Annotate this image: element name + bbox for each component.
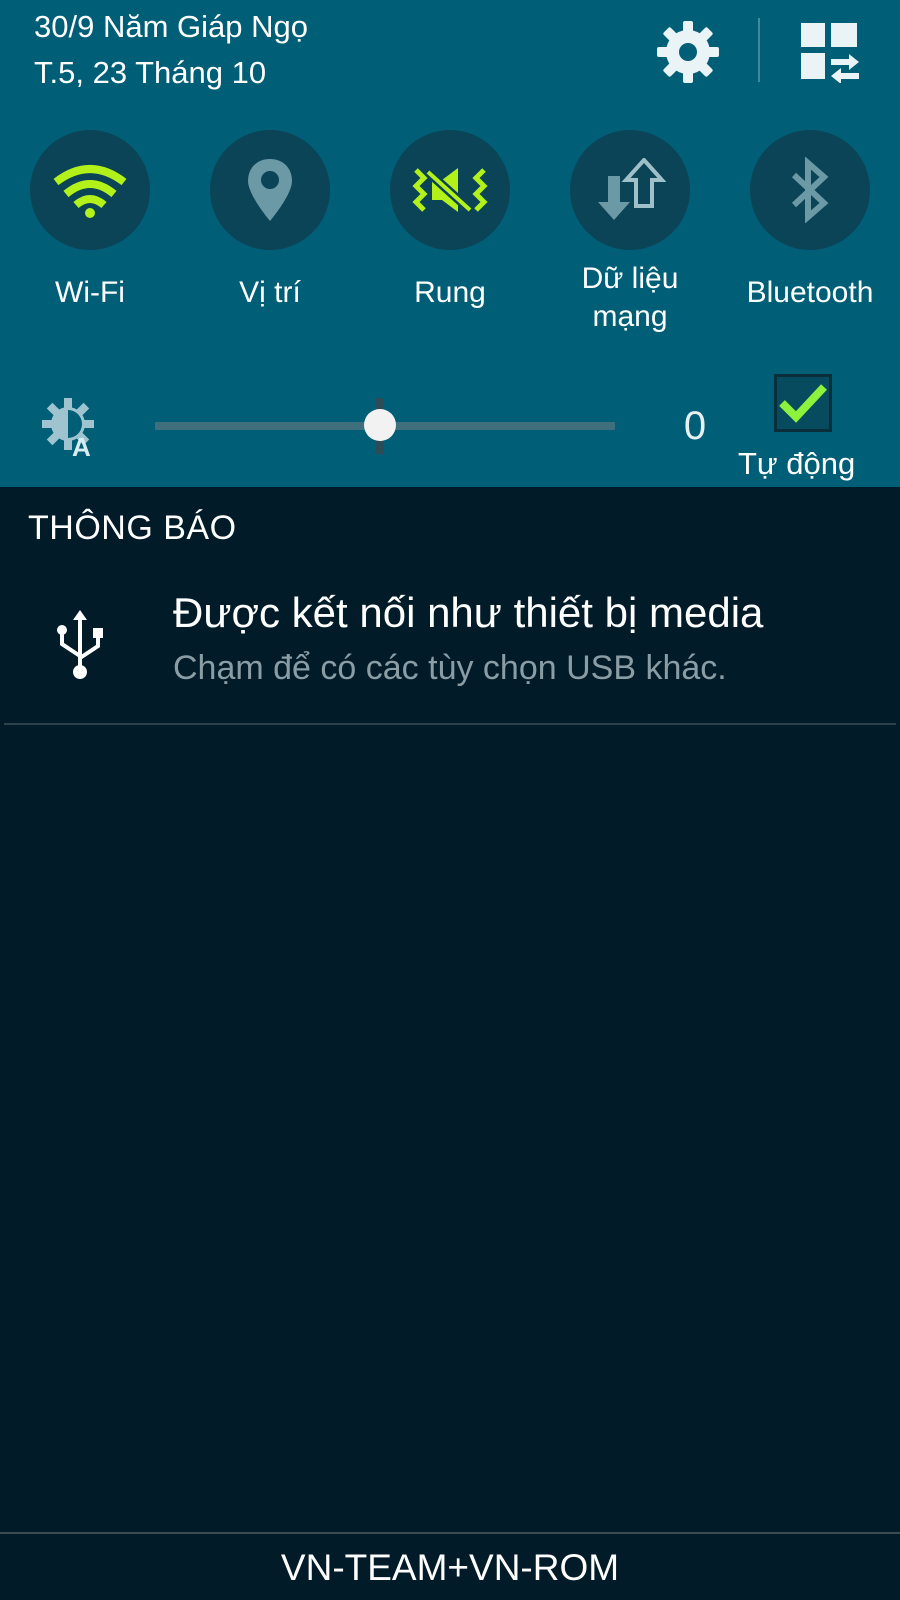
toggle-bluetooth[interactable]: Bluetooth [720, 130, 900, 350]
toggle-wifi[interactable]: Wi-Fi [0, 130, 180, 350]
carrier-divider [0, 1532, 900, 1534]
toggle-wifi-circle [30, 130, 150, 250]
notifications-header: THÔNG BÁO [28, 509, 237, 547]
checkmark-icon [779, 384, 827, 423]
bluetooth-icon [791, 157, 829, 223]
toggle-vibrate-circle [390, 130, 510, 250]
notification-title: Được kết nối như thiết bị media [173, 589, 764, 636]
wifi-icon [53, 165, 127, 218]
notification-usb[interactable]: Được kết nối như thiết bị media Chạm để … [0, 576, 900, 724]
toggle-bluetooth-label: Bluetooth [746, 276, 874, 309]
svg-text:A: A [72, 432, 91, 458]
header-divider [758, 18, 760, 82]
toggle-wifi-label: Wi-Fi [55, 276, 125, 309]
vibrate-icon [412, 168, 488, 214]
usb-icon [57, 610, 103, 679]
location-pin-icon [248, 159, 292, 221]
gear-icon [657, 21, 719, 83]
lunar-date: 30/9 Năm Giáp Ngọ [34, 9, 308, 44]
auto-brightness-icon: A [42, 398, 94, 458]
toggle-location-label: Vị trí [239, 276, 301, 309]
brightness-slider-thumb[interactable] [364, 409, 397, 441]
toggle-vibrate-label: Rung [414, 276, 486, 309]
toggle-mobile-data-label: Dữ liệu mạng [581, 262, 679, 333]
solar-date: T.5, 23 Tháng 10 [34, 55, 267, 90]
notification-shade: 30/9 Năm Giáp Ngọ T.5, 23 Tháng 10 Wi-Fi… [0, 0, 900, 1600]
toggle-location-circle [210, 130, 330, 250]
brightness-value: 0 [683, 404, 707, 448]
edit-toggles-button[interactable] [790, 14, 870, 90]
grid-swap-icon [801, 23, 859, 83]
brightness-slider[interactable] [155, 398, 615, 454]
toggle-vibrate[interactable]: Rung [360, 130, 540, 350]
toggle-mobile-data[interactable]: Dữ liệu mạng [540, 130, 720, 350]
quick-settings-panel: 30/9 Năm Giáp Ngọ T.5, 23 Tháng 10 Wi-Fi… [0, 0, 900, 487]
auto-brightness-checkbox[interactable] [774, 374, 832, 432]
toggle-location[interactable]: Vị trí [180, 130, 360, 350]
toggle-mobile-data-circle [570, 130, 690, 250]
auto-brightness-label: Tự động [738, 446, 856, 481]
mobile-data-icon [598, 158, 666, 220]
notification-subtitle: Chạm để có các tùy chọn USB khác. [173, 649, 727, 687]
date-block[interactable]: 30/9 Năm Giáp Ngọ T.5, 23 Tháng 10 [34, 4, 308, 96]
settings-button[interactable] [650, 14, 726, 90]
toggle-bluetooth-circle [750, 130, 870, 250]
notification-divider [4, 723, 896, 725]
carrier-label: VN-TEAM+VN-ROM [280, 1547, 620, 1588]
